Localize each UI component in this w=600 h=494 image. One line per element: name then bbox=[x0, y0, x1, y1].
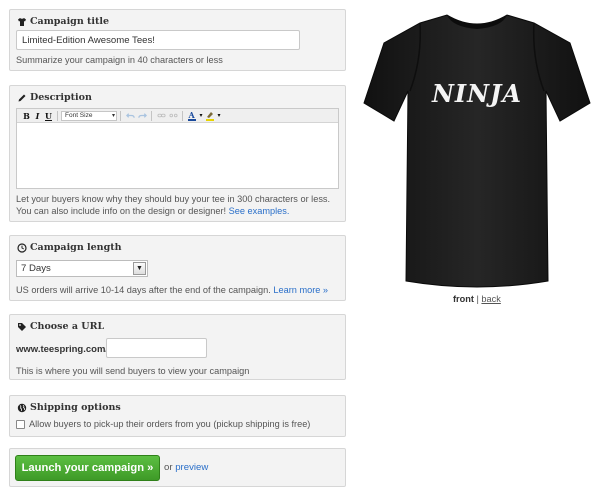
chevron-down-icon: ▼ bbox=[133, 262, 146, 275]
preview-link[interactable]: preview bbox=[175, 462, 208, 473]
campaign-length-help-text: US orders will arrive 10-14 days after t… bbox=[16, 285, 274, 295]
unlink-icon[interactable] bbox=[167, 110, 179, 122]
or-preview: or preview bbox=[164, 462, 208, 473]
campaign-title-input[interactable]: Limited-Edition Awesome Tees! bbox=[16, 30, 300, 50]
clock-icon bbox=[17, 242, 27, 253]
text-color-icon[interactable]: A bbox=[186, 110, 198, 122]
shipping-label: Shipping options bbox=[30, 402, 121, 413]
font-size-select[interactable]: Font Size ▾ bbox=[61, 110, 117, 121]
toolbar-divider bbox=[182, 110, 183, 121]
tshirt-icon bbox=[17, 17, 27, 27]
link-icon[interactable] bbox=[155, 110, 167, 122]
shipping-panel: Shipping options Allow buyers to pick-up… bbox=[9, 395, 346, 437]
svg-text:A: A bbox=[188, 110, 196, 120]
pencil-icon bbox=[17, 93, 27, 103]
url-help: This is where you will send buyers to vi… bbox=[16, 366, 250, 376]
campaign-length-label: Campaign length bbox=[30, 242, 122, 253]
undo-icon[interactable] bbox=[124, 110, 136, 122]
pickup-checkbox-label[interactable]: Allow buyers to pick-up their orders fro… bbox=[29, 418, 310, 431]
url-input[interactable] bbox=[106, 338, 207, 358]
tshirt-preview: NINJA bbox=[362, 9, 592, 291]
or-text: or bbox=[164, 462, 176, 473]
view-toggle: front | back bbox=[453, 294, 501, 304]
underline-button[interactable]: U bbox=[43, 110, 54, 122]
launch-campaign-button[interactable]: Launch your campaign » bbox=[15, 455, 160, 481]
actions-panel: Launch your campaign » or preview bbox=[9, 448, 346, 487]
back-view-link[interactable]: back bbox=[481, 294, 500, 304]
highlight-dropdown-icon[interactable]: ▾ bbox=[216, 110, 222, 122]
font-size-label: Font Size bbox=[65, 111, 93, 119]
campaign-title-label: Campaign title bbox=[30, 16, 110, 27]
url-label: Choose a URL bbox=[30, 321, 105, 332]
description-help-text: You can also include info on the design … bbox=[16, 206, 229, 216]
editor-toolbar: B I U Font Size ▾ A ▾ ▾ bbox=[17, 109, 338, 123]
campaign-length-select[interactable]: 7 Days ▼ bbox=[16, 260, 148, 277]
url-prefix: www.teespring.com/ bbox=[16, 344, 109, 355]
description-editor[interactable]: B I U Font Size ▾ A ▾ ▾ bbox=[16, 108, 339, 189]
bold-button[interactable]: B bbox=[21, 110, 32, 122]
front-view-button[interactable]: front bbox=[453, 294, 474, 304]
description-heading: Description bbox=[17, 92, 92, 103]
url-panel: Choose a URL www.teespring.com/ This is … bbox=[9, 314, 346, 380]
description-help-line1: Let your buyers know why they should buy… bbox=[16, 194, 331, 204]
campaign-title-panel: Campaign title Limited-Edition Awesome T… bbox=[9, 9, 346, 71]
toolbar-divider bbox=[57, 110, 58, 121]
campaign-title-heading: Campaign title bbox=[17, 16, 109, 27]
campaign-length-value: 7 Days bbox=[21, 263, 51, 274]
campaign-title-help: Summarize your campaign in 40 characters… bbox=[16, 55, 223, 65]
pickup-checkbox[interactable] bbox=[16, 420, 25, 429]
learn-more-link[interactable]: Learn more » bbox=[273, 285, 328, 295]
campaign-length-panel: Campaign length 7 Days ▼ US orders will … bbox=[9, 235, 346, 301]
shirt-design-text: NINJA bbox=[431, 79, 523, 108]
description-panel: Description B I U Font Size ▾ A ▾ ▾ Let … bbox=[9, 85, 346, 222]
dropdown-arrow-icon: ▾ bbox=[111, 112, 115, 119]
see-examples-link[interactable]: See examples. bbox=[229, 206, 290, 216]
italic-button[interactable]: I bbox=[32, 110, 43, 122]
tshirt-image bbox=[363, 14, 591, 288]
campaign-length-heading: Campaign length bbox=[17, 242, 122, 253]
highlight-color-icon[interactable] bbox=[204, 110, 216, 122]
description-label: Description bbox=[30, 92, 92, 103]
description-help-line2: You can also include info on the design … bbox=[16, 205, 289, 218]
toolbar-divider bbox=[151, 110, 152, 121]
shipping-heading: Shipping options bbox=[17, 402, 121, 413]
url-heading: Choose a URL bbox=[17, 321, 104, 332]
campaign-length-help: US orders will arrive 10-14 days after t… bbox=[16, 284, 328, 297]
tag-icon bbox=[17, 322, 27, 332]
toolbar-divider bbox=[120, 110, 121, 121]
globe-icon bbox=[17, 403, 27, 413]
redo-icon[interactable] bbox=[136, 110, 148, 122]
